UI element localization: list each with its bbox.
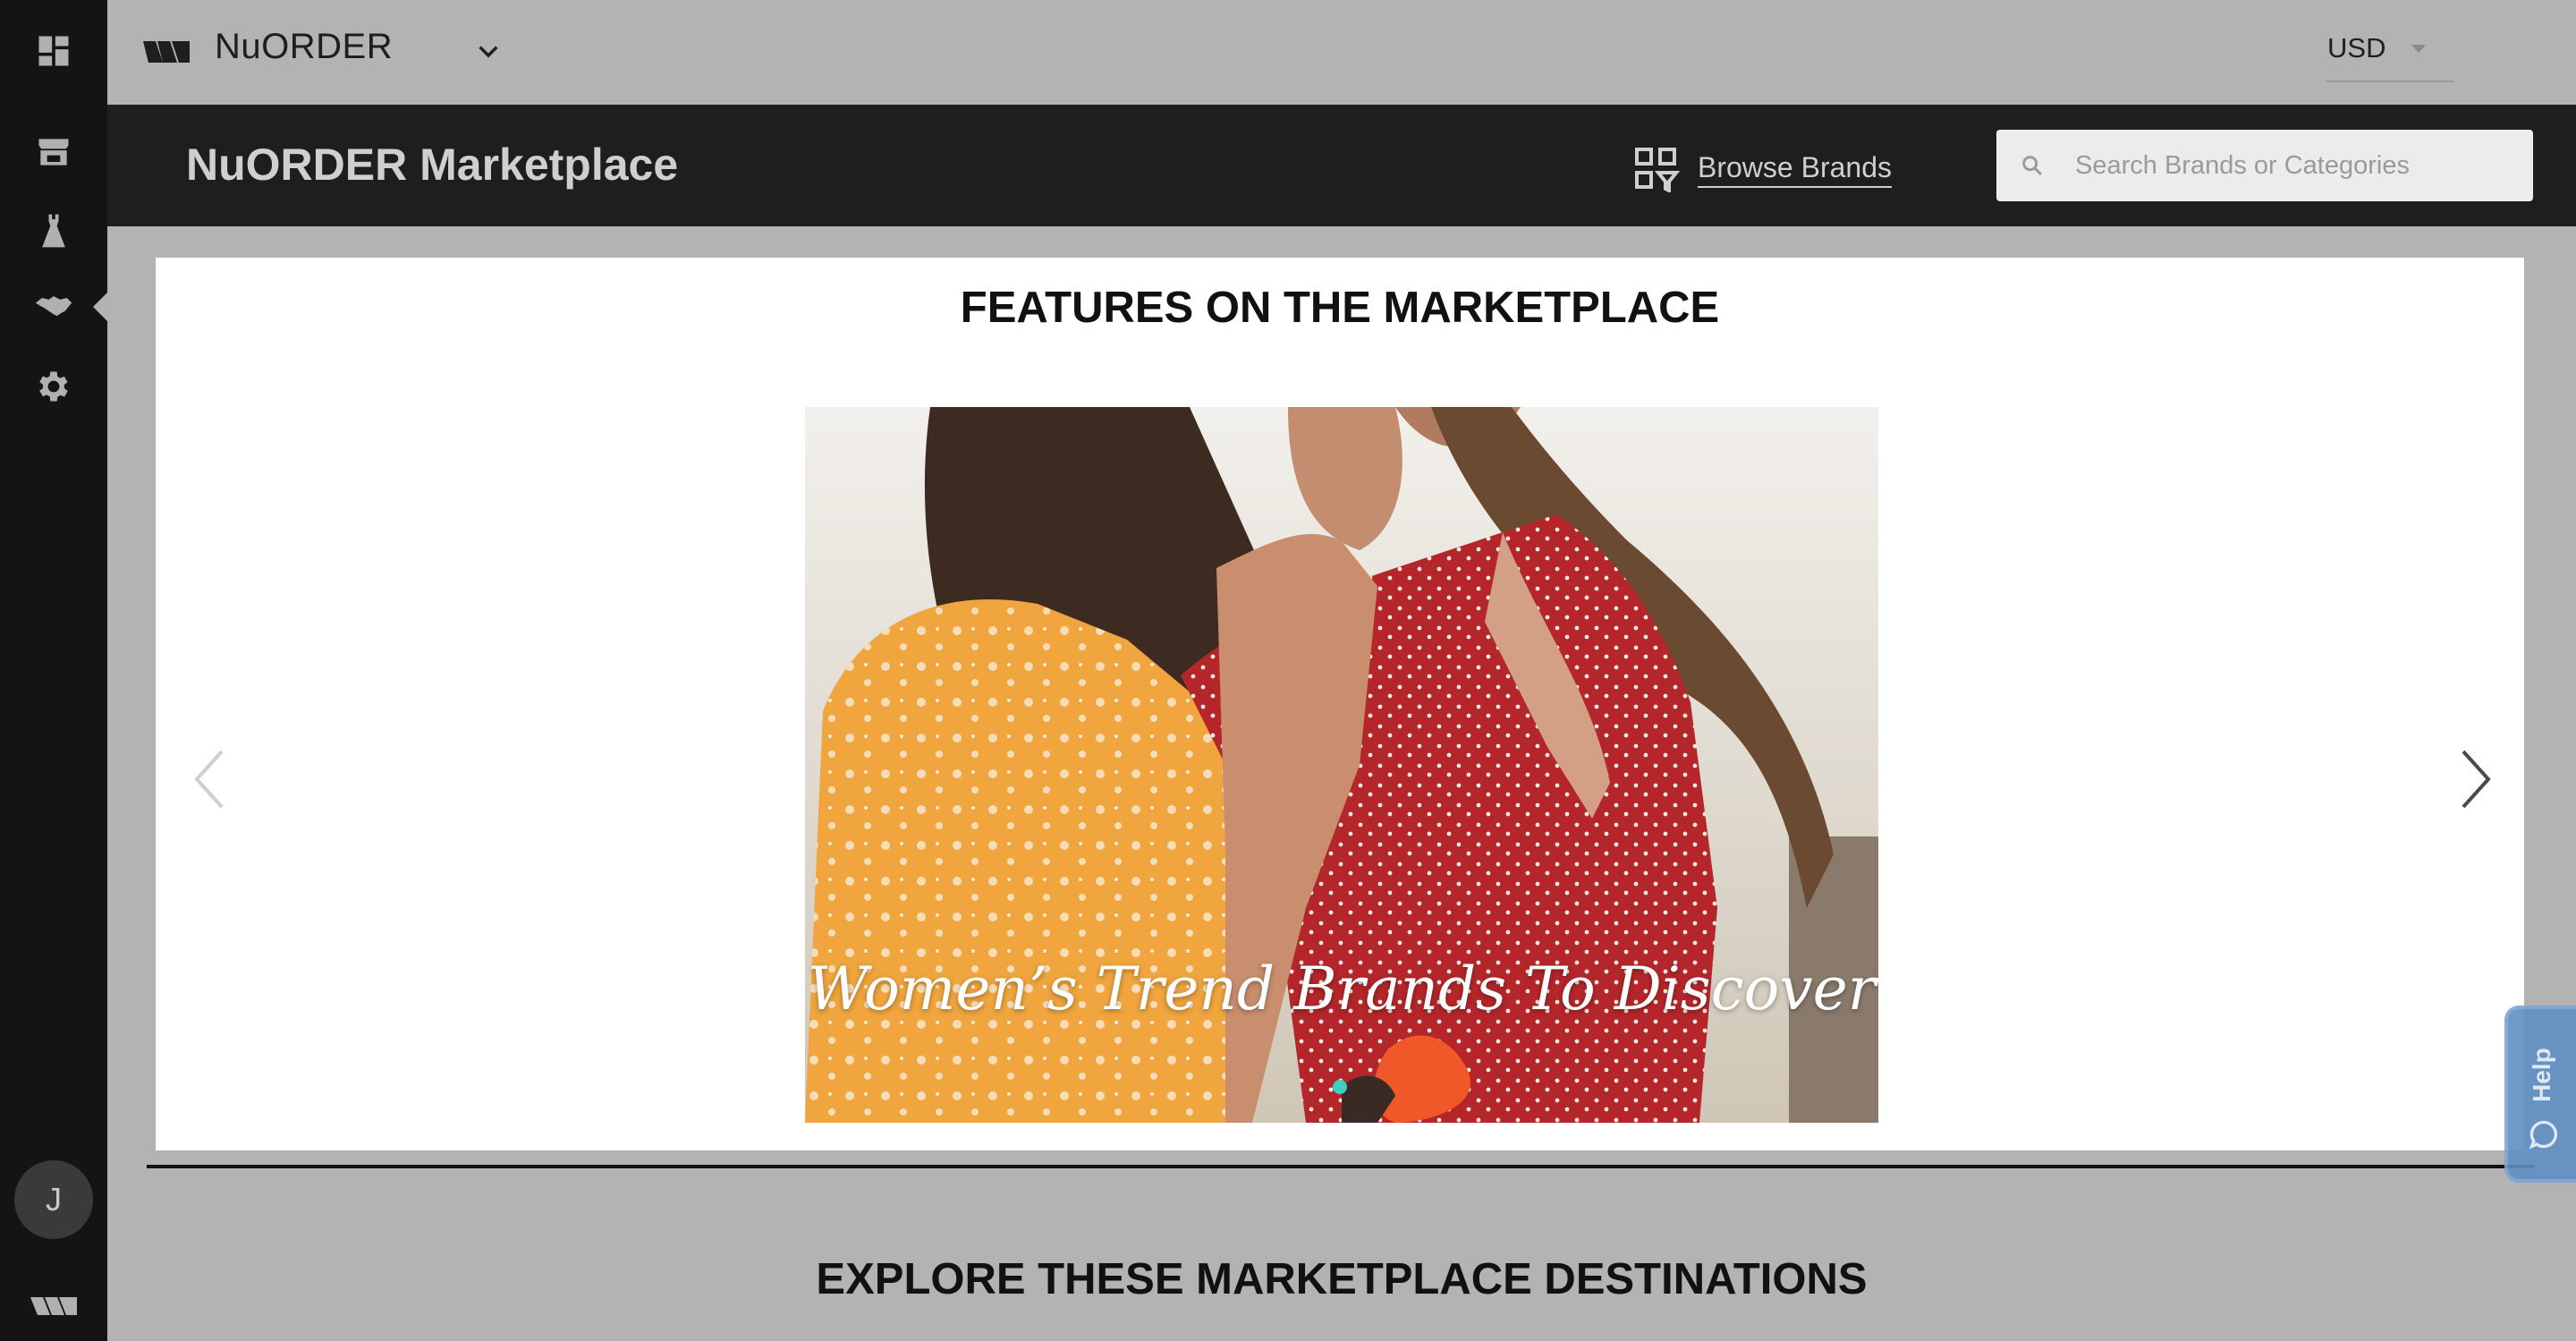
storefront-icon — [38, 139, 69, 166]
browse-brands-label: Browse Brands — [1698, 151, 1892, 188]
search-input[interactable] — [2075, 130, 2522, 201]
nuorder-logo-icon[interactable] — [30, 1294, 77, 1319]
top-bar: NuORDER USD — [107, 0, 2576, 105]
avatar-initial: J — [46, 1181, 62, 1218]
chevron-down-icon[interactable] — [474, 38, 503, 66]
gear-icon — [39, 371, 68, 402]
browse-brands-link[interactable]: Browse Brands — [1633, 144, 1892, 194]
carousel-prev-icon[interactable] — [182, 739, 236, 819]
help-label: Help — [2528, 1048, 2555, 1102]
carousel-slide[interactable]: Women’s Trend Brands To Discover — [805, 407, 1878, 1123]
left-sidebar: J — [0, 0, 107, 1341]
company-logo-icon — [143, 41, 190, 63]
page-title: NuORDER Marketplace — [186, 140, 679, 190]
caret-down-icon — [2411, 45, 2426, 53]
settings-button[interactable] — [0, 351, 107, 422]
currency-value: USD — [2327, 32, 2386, 64]
section-divider — [147, 1165, 2535, 1168]
user-avatar[interactable]: J — [14, 1160, 93, 1239]
features-heading: FEATURES ON THE MARKETPLACE — [960, 284, 1720, 332]
products-button[interactable] — [0, 195, 107, 267]
storefront-button[interactable] — [0, 116, 107, 188]
currency-select[interactable]: USD — [2326, 32, 2454, 82]
carousel-next-icon[interactable] — [2449, 739, 2503, 819]
active-indicator — [93, 293, 107, 321]
slide-caption: Women’s Trend Brands To Discover — [807, 955, 1877, 1023]
search-box — [1996, 130, 2533, 201]
browse-filter-icon — [1635, 148, 1680, 192]
connections-button[interactable] — [0, 272, 107, 344]
dress-icon — [42, 214, 65, 248]
carousel-dot-active[interactable] — [1333, 1080, 1347, 1094]
company-name[interactable]: NuORDER — [215, 27, 393, 67]
search-icon — [2022, 156, 2042, 175]
explore-heading: EXPLORE THESE MARKETPLACE DESTINATIONS — [816, 1255, 1868, 1303]
chat-bubble-icon — [2529, 1120, 2558, 1150]
help-tab[interactable]: Help — [2504, 1006, 2576, 1183]
handshake-icon — [35, 296, 72, 317]
features-panel: FEATURES ON THE MARKETPLACE Women’s Tren… — [156, 258, 2524, 1150]
marketplace-header: NuORDER Marketplace Browse Brands — [107, 105, 2576, 226]
dashboard-button[interactable] — [0, 15, 107, 87]
dashboard-icon — [38, 36, 69, 66]
